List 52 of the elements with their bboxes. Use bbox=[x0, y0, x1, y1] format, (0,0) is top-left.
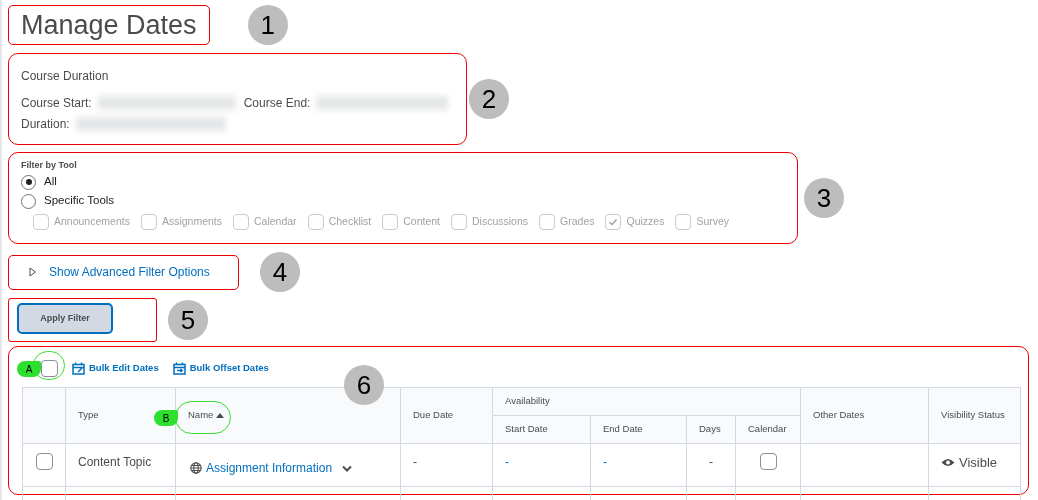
checkbox[interactable] bbox=[41, 359, 58, 377]
column-header: Due Date bbox=[400, 387, 493, 444]
table-cell: Content Topic bbox=[78, 455, 152, 469]
date-link[interactable]: - bbox=[603, 455, 607, 469]
callout-number: 2 bbox=[469, 79, 509, 119]
check-icon bbox=[608, 216, 619, 227]
radio-label: Specific Tools bbox=[44, 193, 115, 209]
toolbar-button[interactable]: Bulk Offset Dates bbox=[172, 360, 269, 376]
callout-letter: B bbox=[154, 410, 178, 426]
callout-number: 1 bbox=[247, 5, 288, 45]
callout-number: 3 bbox=[804, 178, 844, 218]
column-header: Start Date bbox=[492, 415, 591, 444]
checkbox-label: Content bbox=[403, 213, 440, 229]
page-title: Manage Dates bbox=[8, 5, 210, 45]
callout-number: 6 bbox=[344, 365, 384, 405]
column-header: Calendar bbox=[735, 415, 801, 444]
callout-letter: A bbox=[17, 361, 41, 377]
section-heading: Course Duration bbox=[21, 68, 110, 85]
checkbox-label: Assignments bbox=[161, 213, 222, 229]
radio-label: All bbox=[44, 174, 57, 190]
checkbox-label: Discussions bbox=[472, 213, 529, 229]
field-label: Duration: bbox=[21, 116, 70, 133]
column-header: Other Dates bbox=[800, 387, 929, 444]
checkbox-label: Announcements bbox=[54, 213, 130, 229]
table-cell: - bbox=[709, 455, 713, 469]
checkbox-label: Survey bbox=[696, 213, 730, 229]
chevron-down-icon[interactable] bbox=[342, 464, 353, 472]
field-label: Course End: bbox=[243, 95, 311, 112]
column-header: Visibility Status bbox=[928, 387, 1021, 444]
eye-icon bbox=[941, 458, 956, 468]
checkbox[interactable] bbox=[35, 453, 53, 470]
caret-right-icon bbox=[29, 267, 37, 277]
section-heading: Filter by Tool bbox=[21, 159, 78, 172]
checkbox-label: Grades bbox=[560, 213, 595, 229]
toolbar-button[interactable]: Bulk Edit Dates bbox=[72, 360, 159, 376]
table-cell: - bbox=[413, 455, 417, 469]
column-group-header: Availability bbox=[492, 387, 801, 416]
column-header: End Date bbox=[590, 415, 687, 444]
visibility-status: Visible bbox=[959, 454, 998, 472]
calendar-shift-icon bbox=[172, 361, 186, 375]
apply-filter-button[interactable]: Apply Filter bbox=[17, 303, 113, 334]
advanced-filter-toggle[interactable]: Show Advanced Filter Options bbox=[8, 254, 239, 290]
calendar-edit-icon bbox=[72, 361, 85, 375]
checkbox[interactable] bbox=[759, 453, 777, 470]
globe-icon bbox=[190, 462, 202, 474]
checkbox-label: Quizzes bbox=[626, 213, 665, 229]
field-label: Course Start: bbox=[21, 95, 92, 112]
date-link[interactable]: - bbox=[505, 455, 509, 469]
checkbox-label: Calendar bbox=[254, 213, 297, 229]
checkbox-label: Checklist bbox=[328, 213, 372, 229]
callout-number: 4 bbox=[260, 252, 300, 292]
callout-number: 5 bbox=[168, 300, 208, 340]
